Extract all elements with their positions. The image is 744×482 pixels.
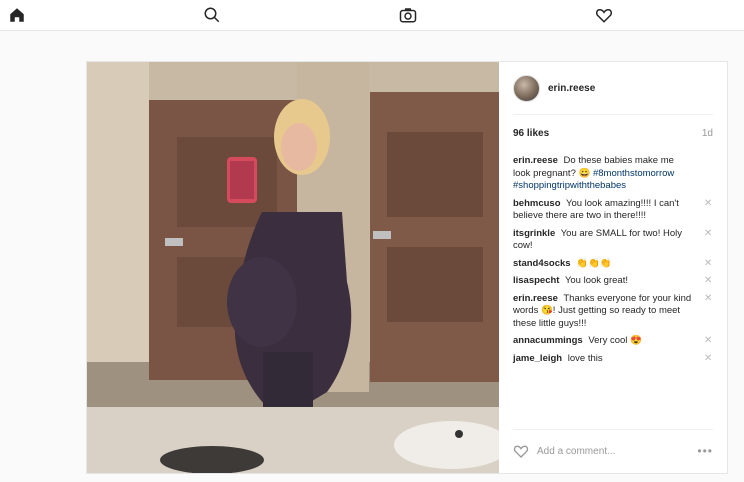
likes-row: 96 likes 1d	[513, 128, 713, 142]
comment-item: annacummings Very cool 😍 ✕	[513, 335, 712, 348]
comment-text: love this	[567, 352, 603, 364]
comment-item: behmcuso You look amazing!!!! I can't be…	[513, 198, 712, 223]
more-options-icon[interactable]: •••	[697, 444, 713, 458]
comment-item: itsgrinkle You are SMALL for two! Holy c…	[513, 228, 712, 253]
post-header: erin.reese	[513, 74, 713, 102]
heart-icon[interactable]	[592, 4, 616, 26]
top-nav	[0, 0, 744, 31]
post-photo[interactable]	[87, 62, 499, 473]
delete-comment-icon[interactable]: ✕	[704, 335, 712, 346]
likes-count[interactable]: 96 likes	[513, 128, 549, 139]
comment-item: jame_leigh love this ✕	[513, 352, 712, 366]
comment-user[interactable]: erin.reese	[513, 293, 558, 304]
comment-list: erin.reese Do these babies make me look …	[513, 155, 723, 370]
post-sidebar: erin.reese 96 likes 1d erin.reese Do the…	[499, 62, 727, 473]
camera-icon[interactable]	[396, 4, 420, 26]
delete-comment-icon[interactable]: ✕	[704, 258, 712, 269]
comment-user[interactable]: annacummings	[513, 335, 583, 346]
comment-item: lisaspecht You look great! ✕	[513, 275, 712, 288]
comment-user[interactable]: behmcuso	[513, 198, 561, 209]
post-card: erin.reese 96 likes 1d erin.reese Do the…	[86, 61, 728, 474]
delete-comment-icon[interactable]: ✕	[704, 353, 712, 364]
comment-user[interactable]: itsgrinkle	[513, 228, 555, 239]
post-age[interactable]: 1d	[702, 128, 713, 139]
delete-comment-icon[interactable]: ✕	[704, 293, 712, 304]
add-comment-row: Add a comment... •••	[513, 440, 713, 462]
comment-item: erin.reese Thanks everyone for your kind…	[513, 293, 712, 331]
avatar[interactable]	[513, 74, 540, 102]
caption: erin.reese Do these babies make me look …	[513, 155, 693, 193]
post-username[interactable]: erin.reese	[548, 83, 595, 94]
like-heart-icon[interactable]	[513, 443, 529, 459]
delete-comment-icon[interactable]: ✕	[704, 275, 712, 286]
comment-user[interactable]: erin.reese	[513, 155, 558, 166]
delete-comment-icon[interactable]: ✕	[704, 198, 712, 209]
comment-user[interactable]: stand4socks	[513, 258, 571, 269]
divider	[513, 114, 713, 115]
comment-text: You look great!	[564, 275, 628, 286]
comment-text: Very cool 😍	[588, 335, 642, 346]
delete-comment-icon[interactable]: ✕	[704, 228, 712, 239]
comment-user[interactable]: lisaspecht	[513, 275, 559, 286]
comment-user[interactable]: jame_leigh	[513, 353, 562, 364]
comment-item: stand4socks 👏👏👏 ✕	[513, 257, 712, 271]
divider	[513, 429, 713, 430]
add-comment-input[interactable]: Add a comment...	[537, 446, 677, 457]
comment-text: 👏👏👏	[576, 257, 612, 269]
search-icon[interactable]	[200, 4, 224, 26]
home-icon[interactable]	[5, 4, 29, 26]
